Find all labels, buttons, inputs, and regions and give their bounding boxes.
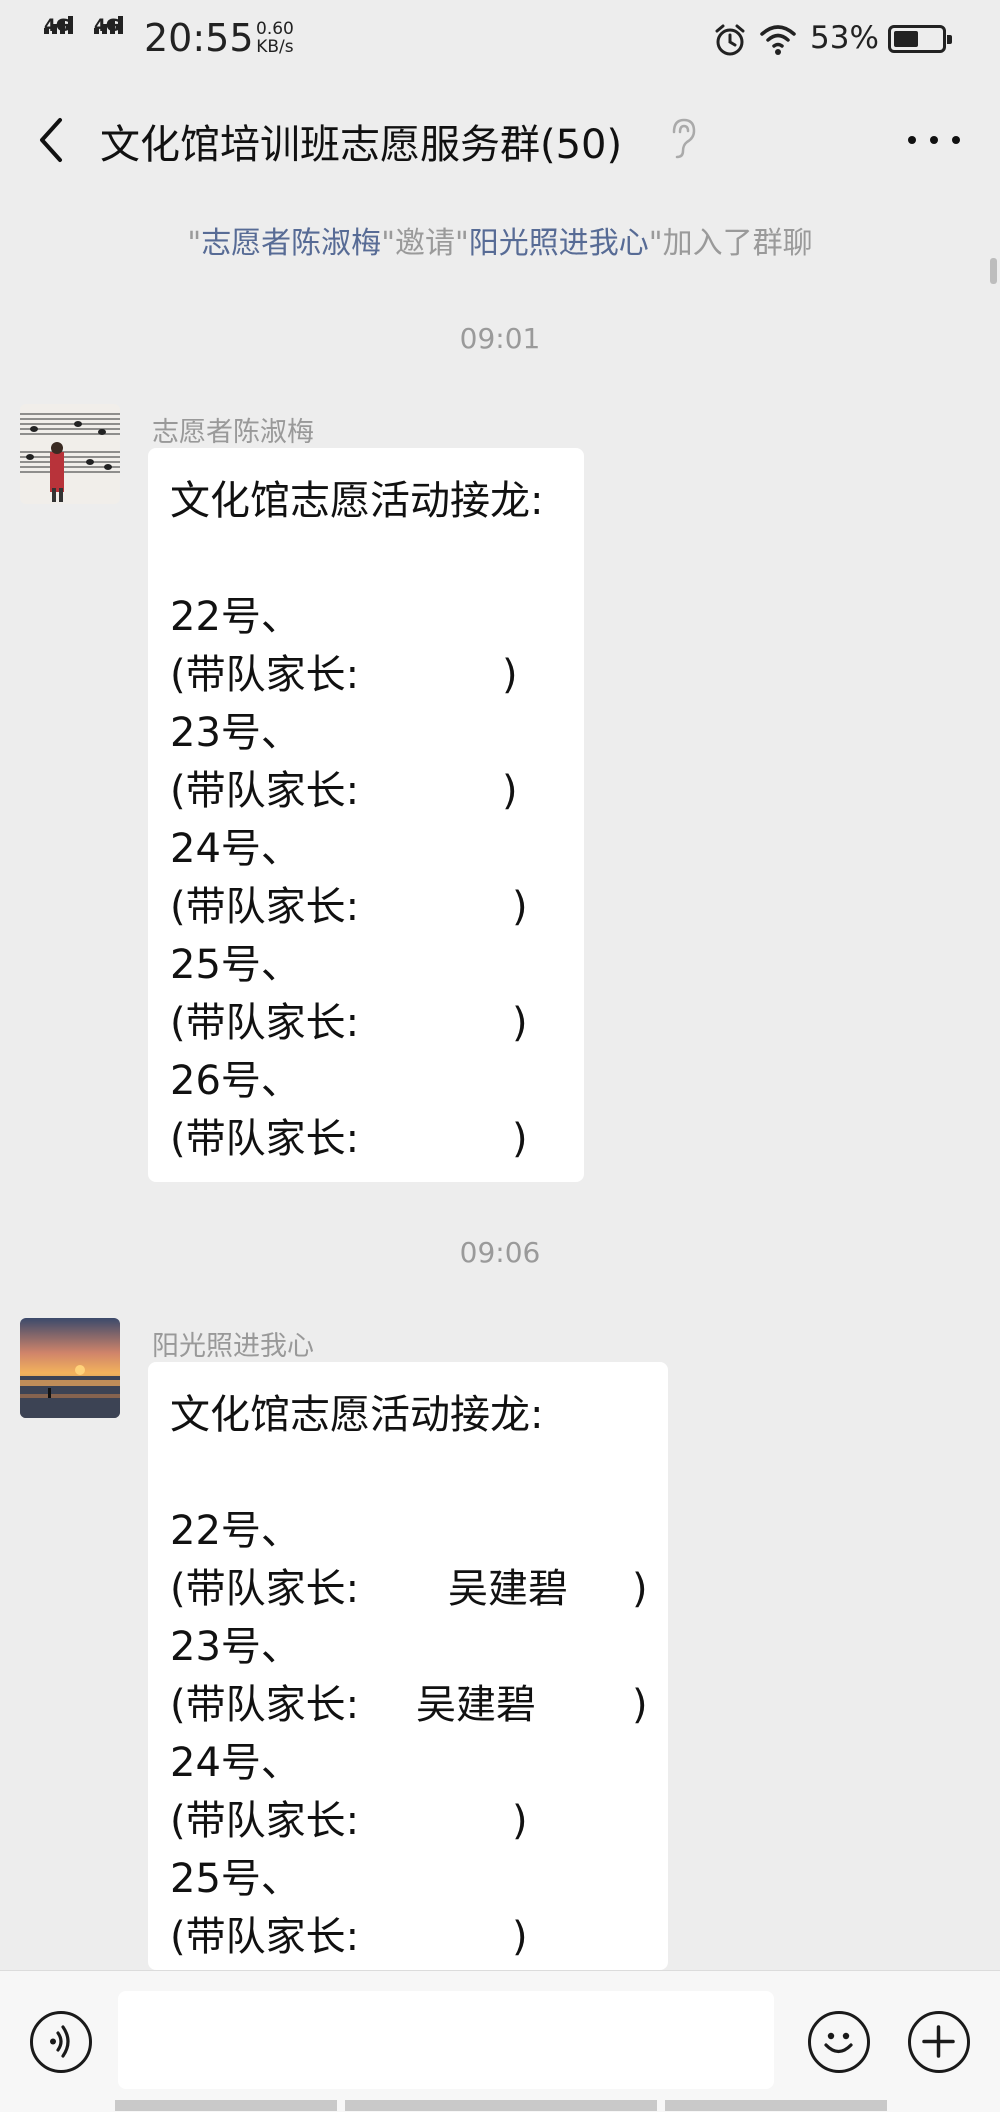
entry-close: ) — [512, 884, 528, 930]
entry-label: (带队家长: — [170, 652, 360, 698]
entry-number: 23号、 — [170, 710, 301, 756]
entry-number: 26号、 — [170, 1058, 301, 1104]
alarm-icon — [715, 24, 745, 56]
avatar-image — [20, 1318, 120, 1418]
invitee-name[interactable]: 阳光照进我心 — [469, 226, 649, 261]
joined-text: "加入了群聊 — [648, 226, 813, 261]
entry-close: ) — [512, 1116, 528, 1162]
quote-mark: " — [187, 226, 202, 261]
entry-line: (带队家长:) — [170, 994, 564, 1052]
chat-header: 文化馆培训班志愿服务群(50) — [0, 80, 1000, 200]
entry-parent-name: 吴建碧 — [448, 1566, 568, 1612]
entry-line: (带队家长:) — [170, 1792, 648, 1850]
message-input[interactable] — [118, 1991, 774, 2089]
entry-number: 24号、 — [170, 1740, 301, 1786]
avatar[interactable] — [20, 404, 120, 504]
entry-label: (带队家长: — [170, 1116, 360, 1162]
wifi-icon — [760, 25, 796, 55]
speed-value: 0.60 — [256, 19, 294, 39]
keyboard-hint-bar — [665, 2100, 887, 2111]
entry-label: (带队家长: — [170, 1566, 360, 1612]
entry-label: (带队家长: — [170, 1682, 360, 1728]
entry-number: 25号、 — [170, 942, 301, 988]
entry-line: (带队家长: 吴建碧) — [170, 1560, 648, 1618]
entry-label: (带队家长: — [170, 768, 360, 814]
sender-name: 阳光照进我心 — [152, 1331, 314, 1362]
invite-text: "邀请" — [381, 226, 469, 261]
more-dot — [908, 136, 916, 144]
entry-line: (带队家长: 吴建碧) — [170, 1676, 648, 1734]
emoji-icon[interactable] — [808, 2011, 870, 2073]
battery-tip — [947, 35, 952, 44]
entry-label: (带队家长: — [170, 1798, 360, 1844]
speed-unit: KB/s — [256, 37, 294, 57]
battery-fill — [894, 31, 918, 47]
keyboard-hint-bar — [115, 2100, 337, 2111]
message-bubble[interactable]: 文化馆志愿活动接龙: 22号、 (带队家长: 吴建碧) 23号、 (带队家长: 吴建… — [148, 1362, 668, 1970]
entry-number: 23号、 — [170, 1624, 301, 1670]
keyboard-hint-bar — [345, 2100, 657, 2111]
chevron-left-icon[interactable] — [28, 108, 72, 172]
sender-name: 志愿者陈淑梅 — [152, 417, 314, 448]
entry-line: (带队家长:) — [170, 762, 564, 820]
entry-parent-name: 吴建碧 — [416, 1682, 536, 1728]
system-message: "志愿者陈淑梅"邀请"阳光照进我心"加入了群聊 — [0, 218, 1000, 262]
entry-label: (带队家长: — [170, 1914, 360, 1960]
more-dot — [952, 136, 960, 144]
inviter-name[interactable]: 志愿者陈淑梅 — [201, 226, 381, 261]
plus-glyph — [922, 2025, 955, 2058]
voice-glyph — [50, 2025, 70, 2058]
entry-line: (带队家长:) — [170, 1908, 648, 1966]
entry-number: 25号、 — [170, 1856, 301, 1902]
entry-close: ) — [502, 652, 518, 698]
entry-close: ) — [512, 1914, 528, 1960]
entry-line: (带队家长:) — [170, 878, 564, 936]
battery-icon — [888, 25, 952, 53]
status-bar: 4G 4G 20:55 0.60 KB/s 53% — [0, 0, 1000, 80]
message-timestamp: 09:01 — [459, 322, 541, 355]
input-bar — [0, 1970, 1000, 2112]
entry-number: 24号、 — [170, 826, 301, 872]
more-dot — [930, 136, 938, 144]
emoji-glyph — [824, 2032, 853, 2054]
entry-line: (带队家长:) — [170, 646, 564, 704]
message-bubble[interactable]: 文化馆志愿活动接龙: 22号、 (带队家长:) 23号、 (带队家长:) 24号… — [148, 448, 584, 1182]
more-icon[interactable] — [900, 120, 970, 160]
entry-label: (带队家长: — [170, 884, 360, 930]
entry-close: ) — [512, 1798, 528, 1844]
entry-close: ) — [632, 1682, 648, 1728]
voice-icon[interactable] — [30, 2011, 92, 2073]
message-timestamp: 09:06 — [459, 1236, 541, 1269]
battery-percent: 53% — [810, 20, 879, 56]
ear-icon — [672, 118, 696, 159]
entry-number: 22号、 — [170, 1508, 301, 1554]
avatar[interactable] — [20, 1318, 120, 1418]
message-title: 文化馆志愿活动接龙: — [170, 478, 544, 524]
entry-line: (带队家长:) — [170, 1110, 564, 1168]
entry-close: ) — [502, 768, 518, 814]
entry-label: (带队家长: — [170, 1000, 360, 1046]
entry-number: 22号、 — [170, 594, 301, 640]
message-title: 文化馆志愿活动接龙: — [170, 1392, 544, 1438]
network-speed: 0.60 KB/s — [256, 20, 294, 56]
entry-close: ) — [632, 1566, 648, 1612]
entry-close: ) — [512, 1000, 528, 1046]
status-time: 20:55 — [144, 16, 254, 60]
chat-title[interactable]: 文化馆培训班志愿服务群(50) — [100, 112, 622, 170]
avatar-image — [20, 404, 120, 504]
plus-icon[interactable] — [908, 2011, 970, 2073]
